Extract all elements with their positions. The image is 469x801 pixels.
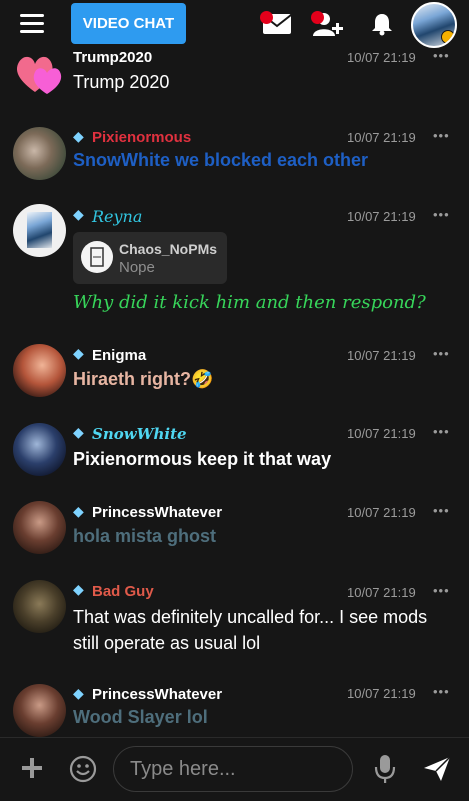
message-username[interactable]: Reyna xyxy=(92,207,142,226)
avatar[interactable] xyxy=(13,684,66,737)
microphone-icon[interactable] xyxy=(373,753,397,785)
message-timestamp: 10/07 21:19 xyxy=(347,686,416,701)
message-options-icon[interactable]: ••• xyxy=(433,48,450,63)
message-timestamp: 10/07 21:19 xyxy=(347,505,416,520)
message-options-icon[interactable]: ••• xyxy=(433,128,450,143)
message-options-icon[interactable]: ••• xyxy=(433,684,450,699)
message-timestamp: 10/07 21:19 xyxy=(347,50,416,65)
message-options-icon[interactable]: ••• xyxy=(433,346,450,361)
message-username[interactable]: SnowWhite xyxy=(92,425,187,443)
friend-requests-icon[interactable] xyxy=(311,8,345,43)
message-timestamp: 10/07 21:19 xyxy=(347,348,416,363)
message-username[interactable]: Pixienormous xyxy=(92,129,191,146)
message-timestamp: 10/07 21:19 xyxy=(347,130,416,145)
message-options-icon[interactable]: ••• xyxy=(433,503,450,518)
message-text: That was definitely uncalled for... I se… xyxy=(73,607,428,653)
message-username[interactable]: Enigma xyxy=(92,347,146,364)
message-text: Wood Slayer lol xyxy=(73,707,208,727)
video-chat-button[interactable]: VIDEO CHAT xyxy=(71,3,186,44)
message-text: Hiraeth right?🤣 xyxy=(73,369,214,389)
avatar[interactable] xyxy=(13,580,66,633)
message-options-icon[interactable]: ••• xyxy=(433,207,450,222)
message-username[interactable]: PrincessWhatever xyxy=(92,686,222,703)
menu-icon[interactable] xyxy=(20,14,44,34)
message-options-icon[interactable]: ••• xyxy=(433,583,450,598)
send-icon[interactable] xyxy=(423,756,451,782)
message-text: Why did it kick him and then respond? xyxy=(73,292,426,313)
messages-icon[interactable] xyxy=(260,8,292,43)
message-input[interactable] xyxy=(113,746,353,792)
message-timestamp: 10/07 21:19 xyxy=(347,209,416,224)
premium-diamond-icon: ◆ xyxy=(73,424,84,440)
reply-username: Chaos_NoPMs xyxy=(119,241,218,257)
message-timestamp: 10/07 21:19 xyxy=(347,426,416,441)
message-username[interactable]: PrincessWhatever xyxy=(92,504,222,521)
avatar[interactable] xyxy=(13,127,66,180)
avatar[interactable] xyxy=(13,501,66,554)
premium-diamond-icon: ◆ xyxy=(73,685,84,701)
premium-diamond-icon: ◆ xyxy=(73,581,84,597)
message-text: hola mista ghost xyxy=(73,526,217,546)
message-text: SnowWhite we blocked each other xyxy=(73,150,369,170)
message-text: Trump 2020 xyxy=(73,72,170,92)
friend-requests-notification-dot xyxy=(311,11,324,24)
message-text: Pixienormous keep it that way xyxy=(73,449,332,469)
messages-notification-dot xyxy=(260,11,273,24)
avatar[interactable] xyxy=(13,344,66,397)
profile-avatar[interactable] xyxy=(411,2,457,48)
top-bar: VIDEO CHAT xyxy=(0,0,469,50)
premium-diamond-icon: ◆ xyxy=(73,345,84,361)
status-badge xyxy=(441,30,455,44)
message-username[interactable]: Bad Guy xyxy=(92,583,154,600)
emoji-icon[interactable] xyxy=(69,755,97,783)
premium-diamond-icon: ◆ xyxy=(73,206,84,222)
avatar[interactable] xyxy=(13,44,66,97)
premium-diamond-icon: ◆ xyxy=(73,128,84,144)
quoted-reply[interactable]: Chaos_NoPMs Nope xyxy=(73,232,227,284)
avatar xyxy=(81,241,113,273)
avatar[interactable] xyxy=(13,423,66,476)
composer-bar xyxy=(0,737,469,801)
notifications-bell-icon[interactable] xyxy=(371,12,393,41)
reply-text: Nope xyxy=(119,259,155,276)
add-attachment-icon[interactable] xyxy=(21,757,43,779)
avatar[interactable] xyxy=(13,204,66,257)
message-options-icon[interactable]: ••• xyxy=(433,424,450,439)
premium-diamond-icon: ◆ xyxy=(73,503,84,519)
message-username[interactable]: Trump2020 xyxy=(73,49,152,66)
message-timestamp: 10/07 21:19 xyxy=(347,585,416,600)
